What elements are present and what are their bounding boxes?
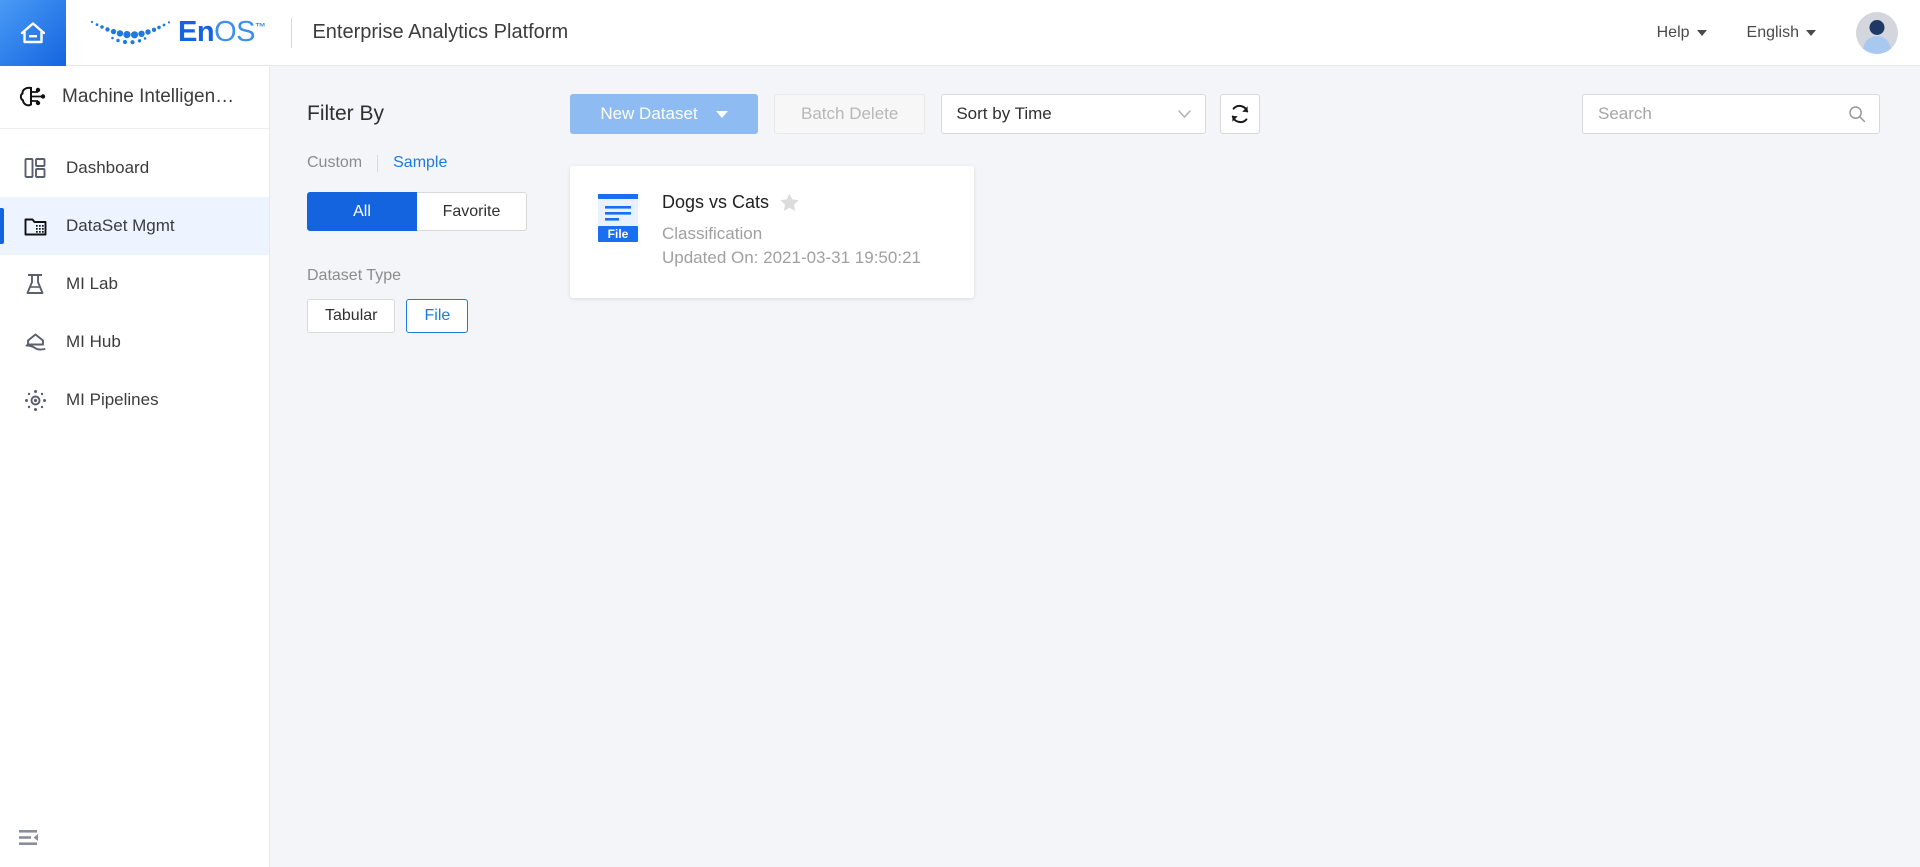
brand-logo[interactable]: EnOS™ xyxy=(88,16,265,50)
dataset-source-tabs: Custom Sample xyxy=(307,154,570,172)
logo-en: En xyxy=(178,16,214,48)
header-divider xyxy=(291,18,292,48)
new-dataset-label: New Dataset xyxy=(600,104,697,124)
home-button[interactable] xyxy=(0,0,66,66)
dataset-updated: Updated On: 2021-03-31 19:50:21 xyxy=(662,248,921,268)
sidebar-item-dashboard[interactable]: Dashboard xyxy=(0,139,269,197)
chevron-down-icon xyxy=(1697,30,1707,36)
refresh-icon xyxy=(1229,103,1251,125)
hub-hand-icon xyxy=(22,329,48,355)
sidebar-product-header[interactable]: Machine Intelligen… xyxy=(0,66,269,129)
language-label: English xyxy=(1747,24,1799,42)
sidebar-item-label: MI Hub xyxy=(66,332,121,352)
sidebar-footer xyxy=(0,809,270,867)
batch-delete-button[interactable]: Batch Delete xyxy=(774,94,925,134)
main-content: Filter By Custom Sample All Favorite Dat… xyxy=(270,66,1920,867)
dataset-card[interactable]: File Dogs vs Cats Classification Updated… xyxy=(570,166,974,298)
sidebar-item-label: DataSet Mgmt xyxy=(66,216,175,236)
home-icon xyxy=(18,19,48,47)
enos-wordmark: EnOS™ xyxy=(178,16,265,49)
dataset-toolbar: New Dataset Batch Delete Sort by Time xyxy=(570,94,1880,134)
scope-button-all[interactable]: All xyxy=(307,192,417,231)
sidebar-item-label: MI Pipelines xyxy=(66,390,159,410)
search-input[interactable] xyxy=(1596,103,1848,125)
folder-grid-icon xyxy=(22,213,48,239)
search-icon[interactable] xyxy=(1848,105,1866,123)
sort-select-value: Sort by Time xyxy=(956,104,1051,124)
dataset-card-title-row: Dogs vs Cats xyxy=(662,192,921,213)
file-badge-text: File xyxy=(608,227,629,241)
language-menu[interactable]: English xyxy=(1747,24,1816,42)
help-menu[interactable]: Help xyxy=(1657,24,1707,42)
chevron-down-icon xyxy=(716,111,728,118)
sidebar-nav: Dashboard DataSet Mgmt xyxy=(0,129,269,429)
flask-icon xyxy=(22,271,48,297)
dataset-type: Classification xyxy=(662,224,921,244)
sidebar-item-dataset-mgmt[interactable]: DataSet Mgmt xyxy=(0,197,269,255)
chevron-down-icon xyxy=(1806,30,1816,36)
sidebar-item-mi-hub[interactable]: MI Hub xyxy=(0,313,269,371)
sidebar-item-mi-pipelines[interactable]: MI Pipelines xyxy=(0,371,269,429)
pipeline-gear-icon xyxy=(22,387,48,413)
avatar-body xyxy=(1863,36,1891,54)
logo-os: OS xyxy=(214,16,255,48)
sidebar-item-mi-lab[interactable]: MI Lab xyxy=(0,255,269,313)
filter-panel: Filter By Custom Sample All Favorite Dat… xyxy=(270,66,570,867)
help-label: Help xyxy=(1657,24,1690,42)
avatar[interactable] xyxy=(1856,12,1898,54)
file-dataset-icon: File xyxy=(594,192,642,298)
top-header: EnOS™ Enterprise Analytics Platform Help… xyxy=(0,0,1920,66)
scope-button-favorite[interactable]: Favorite xyxy=(417,192,527,231)
tab-sample[interactable]: Sample xyxy=(393,154,447,172)
tab-separator xyxy=(377,155,378,172)
dashboard-icon xyxy=(22,155,48,181)
tab-custom[interactable]: Custom xyxy=(307,154,362,172)
dataset-card-grid: File Dogs vs Cats Classification Updated… xyxy=(570,166,1880,298)
dataset-list-panel: New Dataset Batch Delete Sort by Time xyxy=(570,66,1920,867)
chip-file[interactable]: File xyxy=(406,299,468,333)
logo-tm: ™ xyxy=(255,21,266,33)
search-box[interactable] xyxy=(1582,94,1880,134)
header-actions: Help English xyxy=(1657,12,1920,54)
chevron-down-icon xyxy=(1178,110,1191,118)
sort-select[interactable]: Sort by Time xyxy=(941,94,1206,134)
dataset-type-chips: Tabular File xyxy=(307,299,570,333)
favorite-star-icon[interactable] xyxy=(779,192,800,213)
brain-circuit-icon xyxy=(18,84,48,110)
sidebar-product-label: Machine Intelligen… xyxy=(62,86,234,108)
sidebar: Machine Intelligen… Dashboard xyxy=(0,66,270,867)
dataset-type-label: Dataset Type xyxy=(307,267,570,285)
dataset-card-body: Dogs vs Cats Classification Updated On: … xyxy=(662,190,921,298)
enos-dots-icon xyxy=(88,16,174,50)
collapse-sidebar-icon[interactable] xyxy=(18,827,42,849)
dataset-name: Dogs vs Cats xyxy=(662,192,769,213)
chip-tabular[interactable]: Tabular xyxy=(307,299,395,333)
new-dataset-button[interactable]: New Dataset xyxy=(570,94,758,134)
avatar-head xyxy=(1870,20,1885,35)
sidebar-item-label: MI Lab xyxy=(66,274,118,294)
app-title: Enterprise Analytics Platform xyxy=(312,21,568,44)
filter-panel-title: Filter By xyxy=(307,102,570,126)
sidebar-item-label: Dashboard xyxy=(66,158,149,178)
scope-button-group: All Favorite xyxy=(307,192,570,231)
refresh-button[interactable] xyxy=(1220,94,1260,134)
